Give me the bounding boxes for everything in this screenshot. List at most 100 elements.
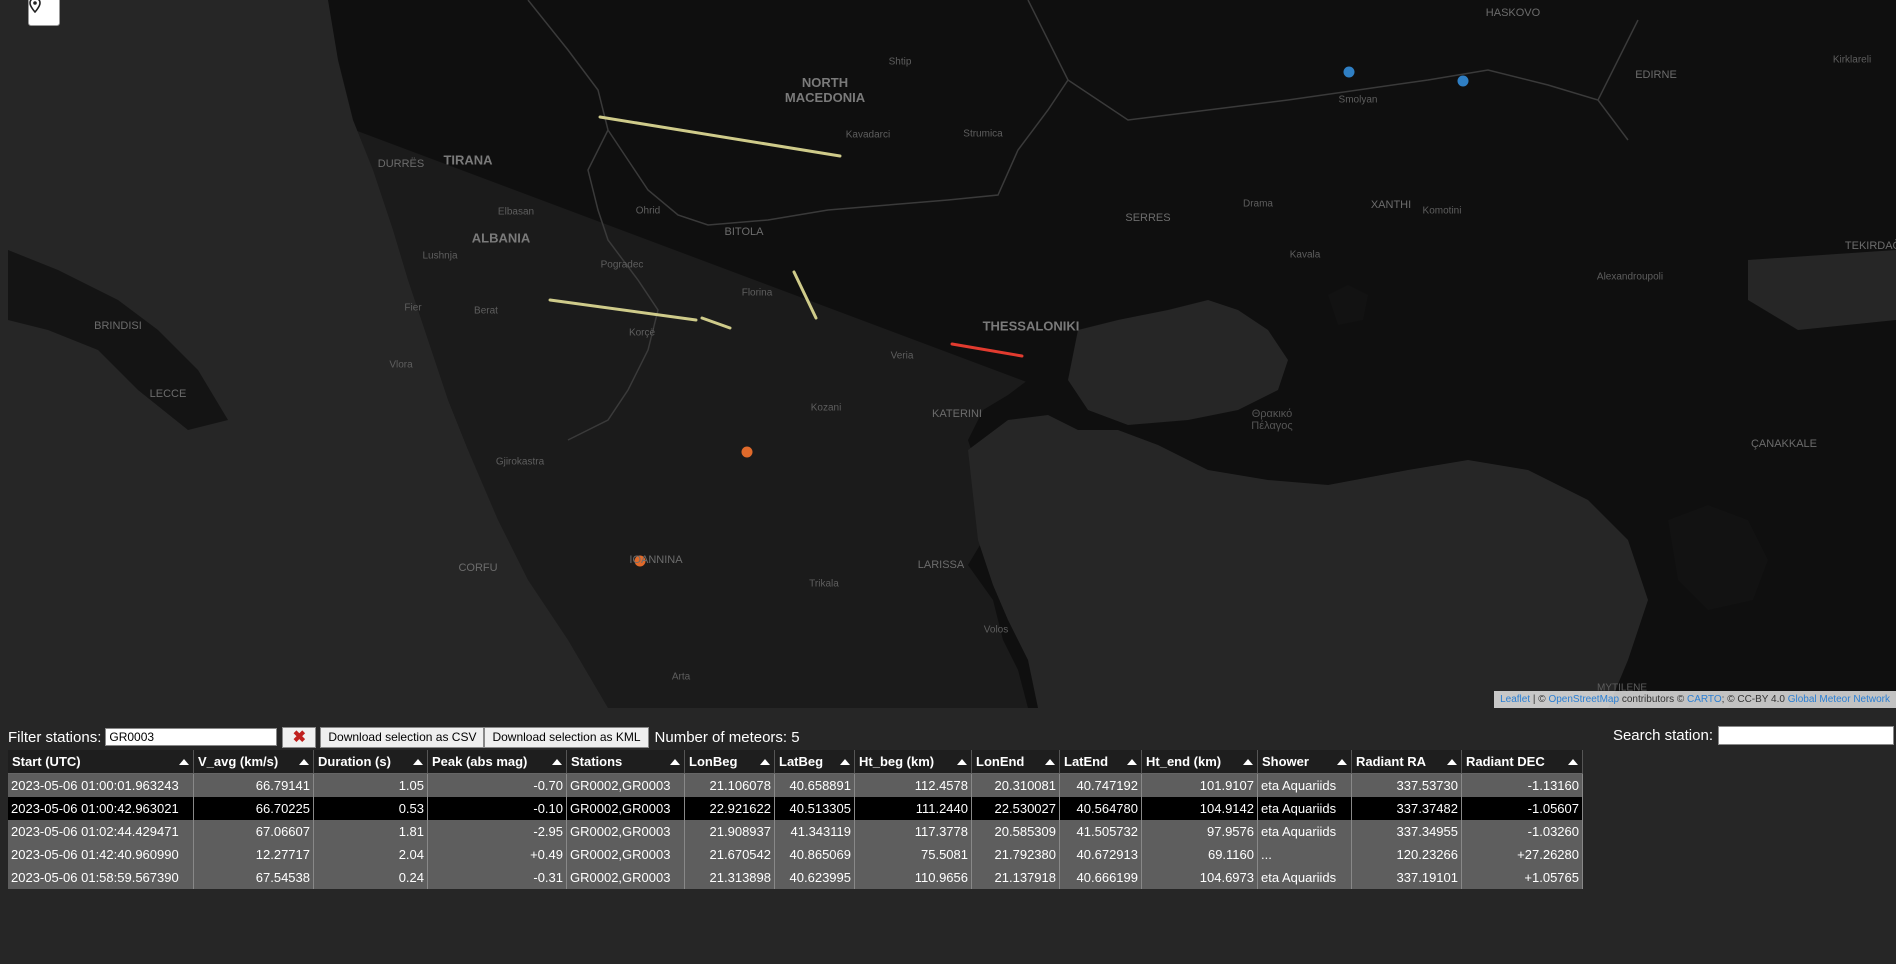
table-row[interactable]: 2023-05-06 01:00:42.963021 66.70225 0.53 -0… [8,797,1583,820]
column-header[interactable]: LatBeg [774,750,855,774]
map-label: ALBANIA [471,230,531,246]
table-cell: eta Aquariids [1257,820,1352,843]
table-cell: 1.05 [313,773,428,797]
column-header[interactable]: LatEnd [1059,750,1142,774]
table-cell: 21.792380 [971,843,1060,866]
meteor-map[interactable]: HASKOVO Kirklareli EDIRNE Smolyan Shtip NORTH… [8,0,1896,708]
table-cell: -1.13160 [1461,773,1583,797]
station-marker-blue[interactable] [1343,66,1355,78]
column-header[interactable]: Radiant RA [1351,750,1462,774]
gmn-link[interactable]: Global Meteor Network [1788,694,1890,705]
table-cell: 40.666199 [1059,866,1142,889]
table-cell: -0.31 [427,866,567,889]
map-label: Fier [404,302,422,314]
sort-arrow-icon[interactable] [1243,759,1253,765]
download-kml-button[interactable]: Download selection as KML [484,726,649,748]
map-label: Gjirokastra [495,456,545,468]
sort-arrow-icon[interactable] [760,759,770,765]
table-cell: 2023-05-06 01:00:01.963243 [8,773,194,797]
column-header[interactable]: V_avg (km/s) [193,750,314,774]
table-row[interactable]: 2023-05-06 01:42:40.960990 12.27717 2.04 +0… [8,843,1583,866]
map-label: LARISSA [917,559,965,571]
table-cell: -2.95 [427,820,567,843]
column-header[interactable]: Duration (s) [313,750,428,774]
sort-arrow-icon[interactable] [840,759,850,765]
table-cell: 104.9142 [1141,797,1258,820]
sort-arrow-icon[interactable] [1568,759,1578,765]
map-label: Berat [474,305,498,317]
download-csv-button[interactable]: Download selection as CSV [320,726,485,748]
sort-arrow-icon[interactable] [1045,759,1055,765]
osm-link[interactable]: OpenStreetMap [1548,694,1619,705]
sort-arrow-icon[interactable] [1447,759,1457,765]
meteor-count: Number of meteors: 5 [654,728,800,746]
clear-filter-button[interactable]: ✖ [282,726,317,748]
map-label: Kirklareli [1832,54,1872,66]
leaflet-link[interactable]: Leaflet [1500,694,1530,705]
filter-toolbar: Filter stations: ✖ Download selection as… [8,726,1896,748]
column-header-label: Start (UTC) [12,754,81,769]
table-row[interactable]: 2023-05-06 01:58:59.567390 67.54538 0.24 -0… [8,866,1583,889]
table-cell: 1.81 [313,820,428,843]
table-cell: +27.26280 [1461,843,1583,866]
column-header[interactable]: Radiant DEC [1461,750,1583,774]
search-station-input[interactable] [1718,726,1894,745]
map-label: Pogradec [600,259,644,271]
table-cell: 66.79141 [193,773,314,797]
map-label: IOANNINA [629,554,683,566]
column-header-label: Radiant RA [1356,754,1427,769]
table-cell: 41.343119 [774,820,855,843]
table-cell: 40.513305 [774,797,855,820]
meteor-trail-2[interactable] [548,298,698,322]
map-label: BITOLA [724,226,764,238]
table-cell: 110.9656 [854,866,972,889]
sort-arrow-icon[interactable] [552,759,562,765]
table-cell: 21.313898 [684,866,775,889]
table-row[interactable]: 2023-05-06 01:00:01.963243 66.79141 1.05 -0… [8,773,1583,797]
sort-arrow-icon[interactable] [179,759,189,765]
map-label: ÇANAKKALE [1750,438,1818,450]
sort-arrow-icon[interactable] [957,759,967,765]
column-header-label: LatBeg [779,754,824,769]
locate-button[interactable] [28,0,60,26]
station-marker-orange[interactable] [741,446,753,458]
column-header[interactable]: Ht_end (km) [1141,750,1258,774]
table-cell: -0.70 [427,773,567,797]
table-cell: 21.137918 [971,866,1060,889]
station-marker-blue[interactable] [1457,75,1469,87]
column-header-label: Radiant DEC [1466,754,1545,769]
filter-stations-input[interactable] [105,728,278,746]
table-cell: 337.53730 [1351,773,1462,797]
meteor-trail-3[interactable] [700,316,732,330]
map-label: Korçë [628,327,656,339]
sort-arrow-icon[interactable] [299,759,309,765]
table-row[interactable]: 2023-05-06 01:02:44.429471 67.06607 1.81 -2… [8,820,1583,843]
sort-arrow-icon[interactable] [1127,759,1137,765]
table-cell: 337.19101 [1351,866,1462,889]
table-cell: 21.908937 [684,820,775,843]
carto-link[interactable]: CARTO [1687,694,1722,705]
column-header-label: V_avg (km/s) [198,754,279,769]
sort-arrow-icon[interactable] [670,759,680,765]
close-x-icon: ✖ [292,729,307,746]
map-label: Volos [983,624,1009,636]
column-header[interactable]: Ht_beg (km) [854,750,972,774]
map-label: LECCE [149,388,187,400]
column-header[interactable]: Start (UTC) [8,750,194,774]
table-cell: 2023-05-06 01:02:44.429471 [8,820,194,843]
column-header[interactable]: LonEnd [971,750,1060,774]
column-header[interactable]: LonBeg [684,750,775,774]
column-header[interactable]: Stations [566,750,685,774]
map-basemap [8,0,1896,708]
column-header[interactable]: Peak (abs mag) [427,750,567,774]
column-header[interactable]: Shower [1257,750,1352,774]
sort-arrow-icon[interactable] [413,759,423,765]
map-label: KATERINI [932,408,982,420]
attribution-text: | © [1530,694,1549,705]
sort-arrow-icon[interactable] [1337,759,1347,765]
column-header-label: Ht_beg (km) [859,754,935,769]
table-cell: 41.505732 [1059,820,1142,843]
map-label: Arta [671,671,691,683]
table-cell: +1.05765 [1461,866,1583,889]
table-header-row: Start (UTC) V_avg (km/s) Duration (s) Peak … [8,750,1583,774]
